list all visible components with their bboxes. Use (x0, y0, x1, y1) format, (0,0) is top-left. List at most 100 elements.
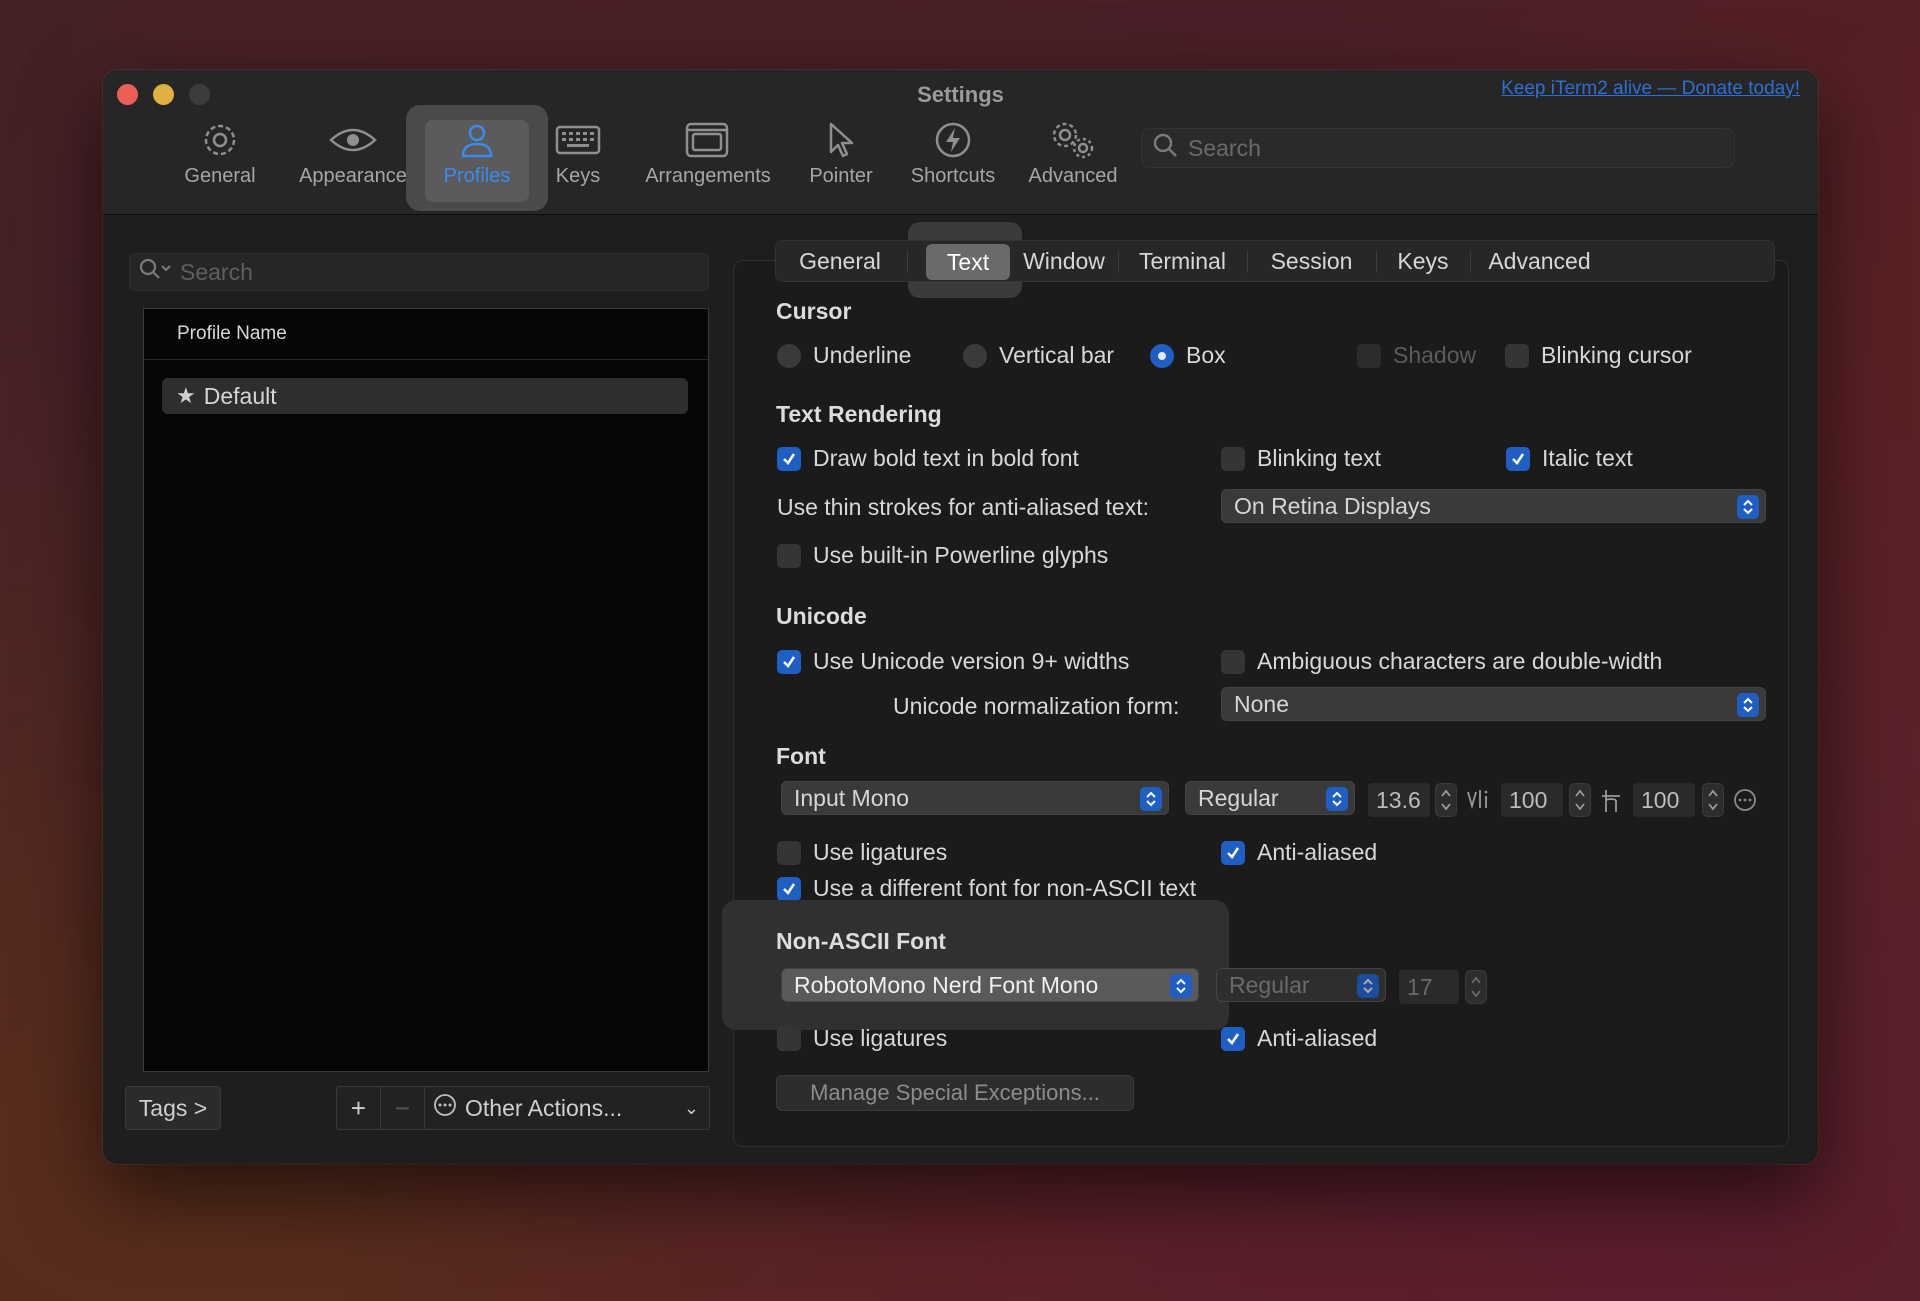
donate-link[interactable]: Keep iTerm2 alive — Donate today! (1501, 78, 1800, 100)
tab-advanced[interactable]: Advanced (1472, 241, 1607, 281)
profile-name-header[interactable]: Profile Name (144, 309, 708, 360)
horizontal-spacing-icon (1600, 786, 1622, 820)
tab-text[interactable]: Text (926, 244, 1010, 280)
cursor-underline-radio[interactable]: Underline (777, 342, 911, 369)
thin-strokes-popup[interactable]: On Retina Displays (1221, 489, 1766, 523)
toolbar-profiles[interactable]: Profiles (425, 115, 529, 205)
horizontal-spacing-field[interactable]: 100 (1633, 783, 1695, 817)
checkbox-indicator (777, 446, 801, 471)
cursor-box-radio[interactable]: Box (1150, 342, 1226, 369)
toolbar-profiles-label: Profiles (443, 165, 511, 187)
tags-button[interactable]: Tags > (125, 1086, 221, 1130)
other-actions-menu[interactable]: Other Actions... ⌄ (425, 1093, 709, 1123)
pointer-icon (821, 115, 861, 165)
cursor-shadow-label: Shadow (1393, 342, 1477, 368)
thin-strokes-label: Use thin strokes for anti-aliased text: (777, 494, 1149, 520)
cursor-vertical-bar-label: Vertical bar (999, 342, 1115, 368)
profile-tabs: General Colors Text Window Terminal Sess… (775, 241, 1775, 281)
checkbox-indicator (777, 649, 801, 674)
nonascii-ligatures-checkbox[interactable]: Use ligatures (777, 1025, 947, 1052)
profile-row-label: Default (203, 382, 277, 409)
profile-actions-group: + − Other Actions... ⌄ (336, 1086, 710, 1130)
titlebar: Settings Keep iTerm2 alive — Donate toda… (103, 70, 1818, 215)
unicode-normalization-value: None (1234, 690, 1289, 717)
more-options-icon[interactable] (1733, 788, 1757, 817)
nonascii-font-style-popup[interactable]: Regular (1216, 968, 1386, 1002)
toolbar-shortcuts[interactable]: Shortcuts (898, 115, 1008, 205)
tab-session[interactable]: Session (1249, 241, 1374, 281)
font-anti-aliased-label: Anti-aliased (1257, 839, 1378, 865)
updown-arrows-icon (1326, 787, 1348, 811)
different-nonascii-font-label: Use a different font for non-ASCII text (813, 875, 1197, 901)
toolbar-pointer[interactable]: Pointer (801, 115, 881, 205)
nonascii-font-size-stepper[interactable] (1465, 970, 1487, 1004)
settings-search-input[interactable]: Search (1141, 128, 1735, 168)
tab-general[interactable]: General (775, 241, 905, 281)
nonascii-font-style-value: Regular (1229, 971, 1310, 998)
manage-special-exceptions-button[interactable]: Manage Special Exceptions... (776, 1075, 1134, 1111)
eye-icon (328, 115, 378, 165)
font-ligatures-label: Use ligatures (813, 839, 948, 865)
tab-terminal[interactable]: Terminal (1120, 241, 1245, 281)
bold-font-checkbox[interactable]: Draw bold text in bold font (777, 445, 1079, 472)
different-nonascii-font-checkbox[interactable]: Use a different font for non-ASCII text (777, 875, 1196, 902)
toolbar-advanced-label: Advanced (1028, 165, 1118, 187)
font-ligatures-checkbox[interactable]: Use ligatures (777, 839, 947, 866)
profile-search-input[interactable]: Search (129, 253, 709, 291)
updown-arrows-icon (1140, 787, 1162, 811)
tab-separator (1470, 251, 1471, 273)
nonascii-font-family-value: RobotoMono Nerd Font Mono (794, 971, 1099, 998)
updown-arrows-icon (1737, 495, 1759, 519)
tab-separator (1376, 251, 1377, 273)
nonascii-font-family-popup[interactable]: RobotoMono Nerd Font Mono (781, 968, 1199, 1002)
powerline-glyphs-checkbox[interactable]: Use built-in Powerline glyphs (777, 542, 1108, 569)
toolbar-general-label: General (184, 165, 256, 187)
font-anti-aliased-checkbox[interactable]: Anti-aliased (1221, 839, 1377, 866)
ambiguous-double-width-checkbox[interactable]: Ambiguous characters are double-width (1221, 648, 1662, 675)
unicode-widths-checkbox[interactable]: Use Unicode version 9+ widths (777, 648, 1129, 675)
toolbar-arrangements[interactable]: Arrangements (633, 115, 783, 205)
toolbar-arrangements-label: Arrangements (645, 165, 771, 187)
toolbar-general[interactable]: General (175, 115, 265, 205)
bold-font-label: Draw bold text in bold font (813, 445, 1079, 471)
updown-arrows-icon (1737, 693, 1759, 717)
toolbar-appearance[interactable]: Appearance (293, 115, 413, 205)
blinking-text-checkbox[interactable]: Blinking text (1221, 445, 1381, 472)
toolbar-keys-label: Keys (555, 165, 601, 187)
nonascii-anti-aliased-checkbox[interactable]: Anti-aliased (1221, 1025, 1377, 1052)
toolbar-keys[interactable]: Keys (543, 115, 613, 205)
font-size-field[interactable]: 13.6 (1368, 783, 1430, 817)
profile-search-placeholder: Search (180, 258, 253, 285)
cursor-section-title: Cursor (776, 298, 852, 324)
checkbox-indicator (1505, 343, 1529, 368)
toolbar-advanced[interactable]: Advanced (1018, 115, 1128, 205)
vertical-spacing-stepper[interactable] (1569, 783, 1591, 817)
cursor-shadow-checkbox[interactable]: Shadow (1357, 342, 1476, 369)
nonascii-font-section-title: Non-ASCII Font (776, 928, 946, 954)
horizontal-spacing-stepper[interactable] (1702, 783, 1724, 817)
add-profile-button[interactable]: + (337, 1087, 381, 1129)
remove-profile-button[interactable]: − (381, 1087, 425, 1129)
tab-separator (1247, 251, 1248, 273)
nonascii-ligatures-label: Use ligatures (813, 1025, 948, 1051)
font-section-title: Font (776, 743, 826, 769)
font-style-popup[interactable]: Regular (1185, 781, 1355, 815)
radio-indicator (777, 343, 801, 368)
text-rendering-section-title: Text Rendering (776, 401, 942, 427)
person-icon (457, 115, 497, 165)
font-style-value: Regular (1198, 784, 1279, 811)
nonascii-font-size-field[interactable]: 17 (1399, 970, 1459, 1004)
tab-keys[interactable]: Keys (1378, 241, 1468, 281)
italic-text-checkbox[interactable]: Italic text (1506, 445, 1633, 472)
updown-arrows-icon (1357, 974, 1379, 998)
cursor-vertical-bar-radio[interactable]: Vertical bar (963, 342, 1114, 369)
font-family-value: Input Mono (794, 784, 910, 811)
profile-row-default[interactable]: ★ Default (162, 378, 688, 414)
blinking-cursor-checkbox[interactable]: Blinking cursor (1505, 342, 1692, 369)
radio-indicator (963, 343, 987, 368)
font-family-popup[interactable]: Input Mono (781, 781, 1169, 815)
tab-window[interactable]: Window (1013, 241, 1115, 281)
font-size-stepper[interactable] (1435, 783, 1457, 817)
unicode-normalization-popup[interactable]: None (1221, 687, 1766, 721)
vertical-spacing-field[interactable]: 100 (1501, 783, 1563, 817)
